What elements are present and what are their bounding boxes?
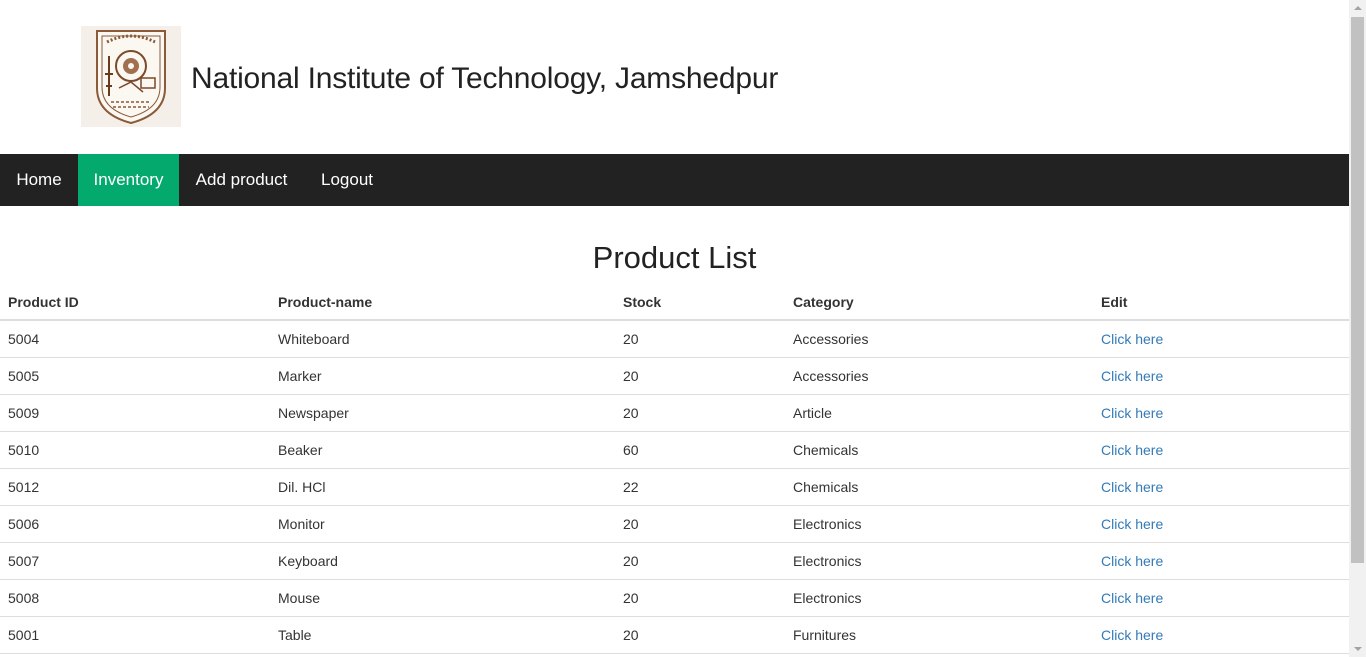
stock-cell: 20 (615, 542, 785, 580)
site-header: National Institute of Technology, Jamshe… (0, 0, 1349, 154)
scroll-up-arrow-icon[interactable] (1349, 0, 1366, 17)
table-row: 5005 Marker 20 Accessories Click here (0, 357, 1349, 395)
edit-link[interactable]: Click here (1101, 405, 1163, 421)
nav-home[interactable]: Home (0, 154, 78, 206)
stock-cell: 20 (615, 505, 785, 543)
column-header-category: Category (785, 284, 1093, 321)
stock-cell: 20 (615, 357, 785, 395)
edit-link[interactable]: Click here (1101, 590, 1163, 606)
nav-logout[interactable]: Logout (304, 154, 390, 206)
navbar: Home Inventory Add product Logout (0, 154, 1349, 206)
category-cell: Chemicals (785, 431, 1093, 469)
product-name-cell: Marker (270, 357, 615, 395)
table-row: 5004 Whiteboard 20 Accessories Click her… (0, 320, 1349, 358)
product-id-cell: 5001 (0, 616, 270, 654)
category-cell: Article (785, 394, 1093, 432)
table-row: 5010 Beaker 60 Chemicals Click here (0, 431, 1349, 469)
edit-link[interactable]: Click here (1101, 368, 1163, 384)
edit-cell: Click here (1093, 320, 1349, 358)
table-row: 5006 Monitor 20 Electronics Click here (0, 505, 1349, 543)
column-header-product-name: Product-name (270, 284, 615, 321)
edit-cell: Click here (1093, 579, 1349, 617)
product-id-cell: 5008 (0, 579, 270, 617)
product-name-cell: Beaker (270, 431, 615, 469)
product-name-cell: Newspaper (270, 394, 615, 432)
column-header-edit: Edit (1093, 284, 1349, 321)
edit-link[interactable]: Click here (1101, 331, 1163, 347)
product-name-cell: Keyboard (270, 542, 615, 580)
edit-cell: Click here (1093, 357, 1349, 395)
category-cell: Chemicals (785, 468, 1093, 506)
product-name-cell: Whiteboard (270, 320, 615, 358)
product-id-cell: 5010 (0, 431, 270, 469)
nav-add-product[interactable]: Add product (179, 154, 304, 206)
table-row: 5012 Dil. HCl 22 Chemicals Click here (0, 468, 1349, 506)
stock-cell: 20 (615, 616, 785, 654)
edit-cell: Click here (1093, 505, 1349, 543)
stock-cell: 60 (615, 431, 785, 469)
product-name-cell: Table (270, 616, 615, 654)
edit-link[interactable]: Click here (1101, 627, 1163, 643)
product-id-cell: 5004 (0, 320, 270, 358)
category-cell: Electronics (785, 579, 1093, 617)
column-header-stock: Stock (615, 284, 785, 321)
product-name-cell: Dil. HCl (270, 468, 615, 506)
category-cell: Electronics (785, 505, 1093, 543)
nav-inventory[interactable]: Inventory (78, 154, 179, 206)
edit-link[interactable]: Click here (1101, 479, 1163, 495)
product-name-cell: Mouse (270, 579, 615, 617)
product-id-cell: 5009 (0, 394, 270, 432)
stock-cell: 20 (615, 579, 785, 617)
institute-emblem-icon (81, 26, 181, 127)
vertical-scrollbar[interactable] (1349, 0, 1366, 657)
product-name-cell: Monitor (270, 505, 615, 543)
product-table: Product ID Product-name Stock Category E… (0, 284, 1349, 654)
scrollbar-thumb[interactable] (1351, 17, 1364, 563)
edit-link[interactable]: Click here (1101, 442, 1163, 458)
scroll-down-arrow-icon[interactable] (1349, 640, 1366, 657)
edit-cell: Click here (1093, 394, 1349, 432)
table-row: 5007 Keyboard 20 Electronics Click here (0, 542, 1349, 580)
edit-link[interactable]: Click here (1101, 516, 1163, 532)
page: National Institute of Technology, Jamshe… (0, 0, 1349, 657)
page-heading: Product List (592, 240, 757, 275)
table-row: 5009 Newspaper 20 Article Click here (0, 394, 1349, 432)
column-header-product-id: Product ID (0, 284, 270, 321)
category-cell: Furnitures (785, 616, 1093, 654)
product-id-cell: 5012 (0, 468, 270, 506)
category-cell: Accessories (785, 357, 1093, 395)
edit-cell: Click here (1093, 468, 1349, 506)
edit-cell: Click here (1093, 616, 1349, 654)
category-cell: Electronics (785, 542, 1093, 580)
stock-cell: 20 (615, 394, 785, 432)
table-row: 5001 Table 20 Furnitures Click here (0, 616, 1349, 654)
product-id-cell: 5007 (0, 542, 270, 580)
category-cell: Accessories (785, 320, 1093, 358)
site-title: National Institute of Technology, Jamshe… (191, 62, 779, 95)
edit-cell: Click here (1093, 431, 1349, 469)
product-id-cell: 5006 (0, 505, 270, 543)
stock-cell: 20 (615, 320, 785, 358)
product-id-cell: 5005 (0, 357, 270, 395)
table-header-row: Product ID Product-name Stock Category E… (0, 284, 1349, 321)
stock-cell: 22 (615, 468, 785, 506)
edit-link[interactable]: Click here (1101, 553, 1163, 569)
edit-cell: Click here (1093, 542, 1349, 580)
table-row: 5008 Mouse 20 Electronics Click here (0, 579, 1349, 617)
